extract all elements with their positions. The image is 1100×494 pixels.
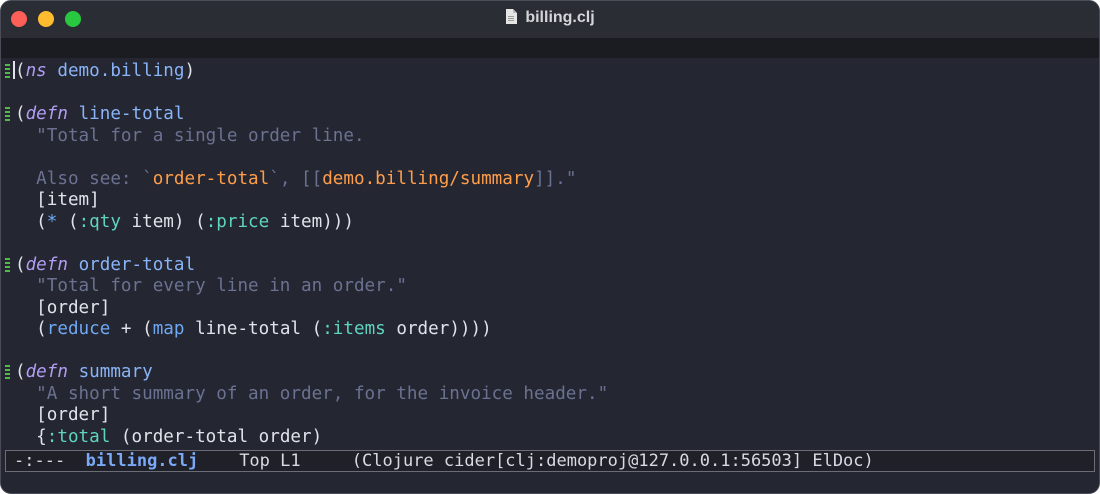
window-title-area: billing.clj (1, 9, 1099, 27)
code-line-15: (defn summary (1, 362, 1099, 384)
code-line-17: [order] (15, 405, 111, 425)
tab-bar (1, 38, 1099, 58)
fringe-marker-icon (5, 257, 10, 274)
code-line-18: {:total (order-total order) (15, 426, 323, 447)
buffer-name[interactable]: billing.clj (86, 451, 199, 471)
window-title: billing.clj (525, 9, 595, 26)
code-line-10: (defn order-total (1, 255, 1099, 277)
code-editor[interactable]: (ns demo.billing) (defn line-total "Tota… (1, 61, 1099, 449)
editor-window: billing.clj (ns demo.billing) (defn line… (0, 0, 1100, 494)
code-line-8: (* (:qty item) (:price item))) (15, 211, 354, 232)
code-line-1: (ns demo.billing) (1, 61, 1099, 83)
code-line-6: Also see: `order-total`, [[demo.billing/… (15, 168, 577, 189)
buffer-position: Top L1 (198, 451, 352, 471)
code-line-3: (defn line-total (1, 104, 1099, 126)
code-line-16: "A short summary of an order, for the in… (15, 383, 609, 404)
doc-reference-link[interactable]: order-total (153, 169, 270, 189)
code-line-12: [order] (15, 297, 111, 318)
title-bar: billing.clj (1, 1, 1099, 38)
code-line-13: (reduce + (map line-total (:items order)… (15, 319, 492, 339)
code-line-4: "Total for a single order line. (15, 125, 365, 146)
document-icon (506, 9, 518, 24)
fringe-marker-icon (5, 365, 10, 381)
doc-reference-link[interactable]: demo.billing/summary (322, 169, 534, 189)
buffer-status: -:--- (14, 451, 86, 471)
code-line-7: [item] (15, 190, 100, 210)
fringe-marker-icon (5, 107, 10, 123)
code-line-11: "Total for every line in an order." (15, 276, 407, 296)
mode-line: -:--- billing.clj Top L1 (Clojure cider[… (5, 450, 1095, 472)
fringe-marker-icon (5, 64, 10, 80)
major-minor-modes[interactable]: (Clojure cider[clj:demoproj@127.0.0.1:56… (352, 451, 874, 471)
